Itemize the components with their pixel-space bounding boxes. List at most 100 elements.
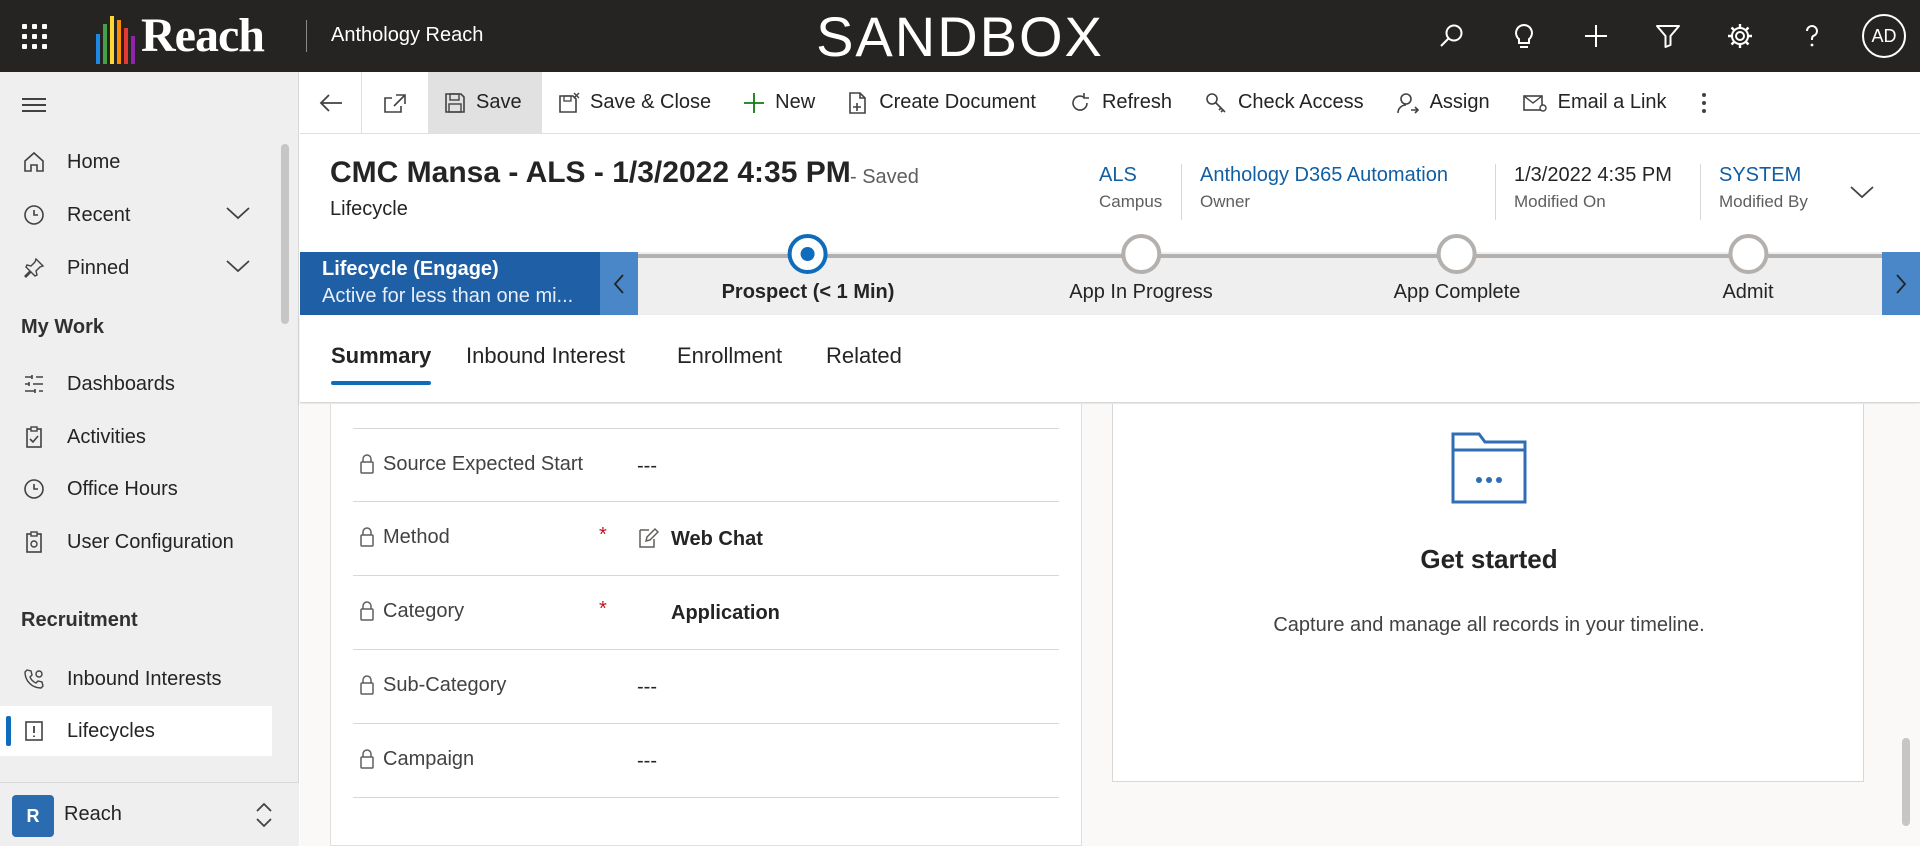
chevron-left-icon [613,273,624,294]
back-button[interactable] [300,71,362,134]
more-commands-button[interactable] [1683,72,1725,134]
sidebar-item-activities[interactable]: Activities [0,412,272,462]
header-field-campus[interactable]: ALS Campus [1099,164,1162,212]
check-access-label: Check Access [1237,91,1364,113]
stage-active-dot [788,234,828,274]
sidebar-item-inbound-interests[interactable]: Inbound Interests [0,654,272,704]
tab-enrollment[interactable]: Enrollment [677,343,782,369]
save-close-button[interactable]: Save & Close [542,72,727,134]
chevron-down-icon[interactable] [224,257,252,280]
lock-icon [359,748,375,775]
sidebar-item-office-hours[interactable]: Office Hours [0,464,272,514]
tab-related[interactable]: Related [826,343,902,369]
sidebar-item-label: Office Hours [67,477,178,500]
field-category[interactable]: Category * Application [353,576,1059,650]
campus-value[interactable]: ALS [1099,164,1162,187]
header-field-modified-by[interactable]: SYSTEM Modified By [1719,164,1808,212]
gear-icon[interactable] [1720,16,1760,56]
stage-app-complete[interactable]: App Complete [1394,234,1520,304]
more-vertical-icon [1701,92,1706,113]
main-scrollbar[interactable] [1902,738,1910,826]
sidebar-item-recent[interactable]: Recent [0,190,272,240]
sidebar-item-label: Inbound Interests [67,667,222,690]
save-icon [445,92,465,113]
check-access-button[interactable]: Check Access [1188,72,1380,134]
new-button[interactable]: New [727,72,831,134]
lock-icon [359,526,375,553]
sidebar-item-user-configuration[interactable]: User Configuration [0,517,272,567]
command-bar: Save Save & Close New Create Document Re… [300,71,1920,134]
area-label: Reach [64,803,122,825]
sidebar-item-lifecycles[interactable]: Lifecycles [0,706,272,756]
hamburger-menu-icon[interactable] [22,98,46,116]
field-source-expected-start[interactable]: Source Expected Start --- [353,428,1059,502]
save-button[interactable]: Save [428,71,542,134]
sidebar-item-pinned[interactable]: Pinned [0,243,272,293]
required-indicator: * [599,598,607,620]
tab-inbound-interest[interactable]: Inbound Interest [466,343,625,369]
entity-name: Lifecycle [330,198,408,220]
clipboard-settings-icon [20,528,48,556]
home-icon [20,148,48,176]
expand-header-chevron-icon[interactable] [1848,184,1876,205]
required-indicator: * [599,524,607,546]
bpf-previous-button[interactable] [600,252,638,315]
lock-icon [359,674,375,701]
help-icon[interactable] [1792,16,1832,56]
app-name[interactable]: Anthology Reach [331,24,483,47]
folder-icon [1449,430,1529,511]
stage-admit[interactable]: Admit [1722,234,1774,304]
field-label: Sub-Category [383,674,507,696]
stage-prospect[interactable]: Prospect (< 1 Min) [722,234,894,304]
plus-icon[interactable] [1576,16,1616,56]
timeline-panel: Get started Capture and manage all recor… [1112,404,1864,782]
tab-summary[interactable]: Summary [331,343,432,385]
active-process-panel[interactable]: Lifecycle (Engage) Active for less than … [300,252,600,315]
email-link-button[interactable]: Email a Link [1506,72,1683,134]
bpf-next-button[interactable] [1882,252,1920,315]
chevron-up-down-icon[interactable] [252,799,276,836]
filter-icon[interactable] [1648,16,1688,56]
owner-value[interactable]: Anthology D365 Automation [1200,164,1448,187]
app-launcher-icon[interactable] [22,24,48,50]
business-process-flow: Lifecycle (Engage) Active for less than … [300,234,1920,315]
field-value: Web Chat [671,528,763,550]
assign-button[interactable]: Assign [1380,72,1506,134]
user-avatar[interactable]: AD [1862,14,1906,58]
header-divider [1181,164,1182,220]
sidebar-scrollbar[interactable] [281,144,289,324]
search-icon[interactable] [1432,16,1472,56]
reach-logo[interactable]: Reach [96,8,265,64]
header-field-owner[interactable]: Anthology D365 Automation Owner [1200,164,1448,212]
clipboard-icon [20,423,48,451]
refresh-button[interactable]: Refresh [1052,72,1188,134]
field-campaign[interactable]: Campaign --- [353,724,1059,798]
pin-icon [20,254,48,282]
details-section: Source Expected Start --- Method * Web C… [330,404,1082,846]
area-switcher[interactable]: R Reach [0,782,299,846]
field-method[interactable]: Method * Web Chat [353,502,1059,576]
dashboard-icon [20,370,48,398]
form-content: Source Expected Start --- Method * Web C… [300,404,1920,846]
field-sub-category[interactable]: Sub-Category --- [353,650,1059,724]
create-document-button[interactable]: Create Document [831,72,1052,134]
modified-by-value[interactable]: SYSTEM [1719,164,1808,187]
clock-icon [20,201,48,229]
logo-text: Reach [141,9,265,62]
chevron-down-icon[interactable] [224,204,252,227]
modified-on-label: Modified On [1514,192,1606,211]
lightbulb-icon[interactable] [1504,16,1544,56]
create-document-label: Create Document [879,91,1036,113]
process-title: Lifecycle (Engage) [322,258,499,280]
modified-by-label: Modified By [1719,192,1808,211]
timeline-empty-title: Get started [1420,544,1558,574]
sidebar-item-label: Dashboards [67,372,175,395]
sidebar-item-dashboards[interactable]: Dashboards [0,359,272,409]
save-close-icon [559,92,580,113]
field-label: Source Expected Start [383,453,584,475]
sidebar-item-home[interactable]: Home [0,137,272,187]
email-link-label: Email a Link [1557,91,1667,113]
stage-app-in-progress[interactable]: App In Progress [1069,234,1213,304]
open-new-window-button[interactable] [362,72,428,134]
sidebar-item-label: Pinned [67,256,130,279]
